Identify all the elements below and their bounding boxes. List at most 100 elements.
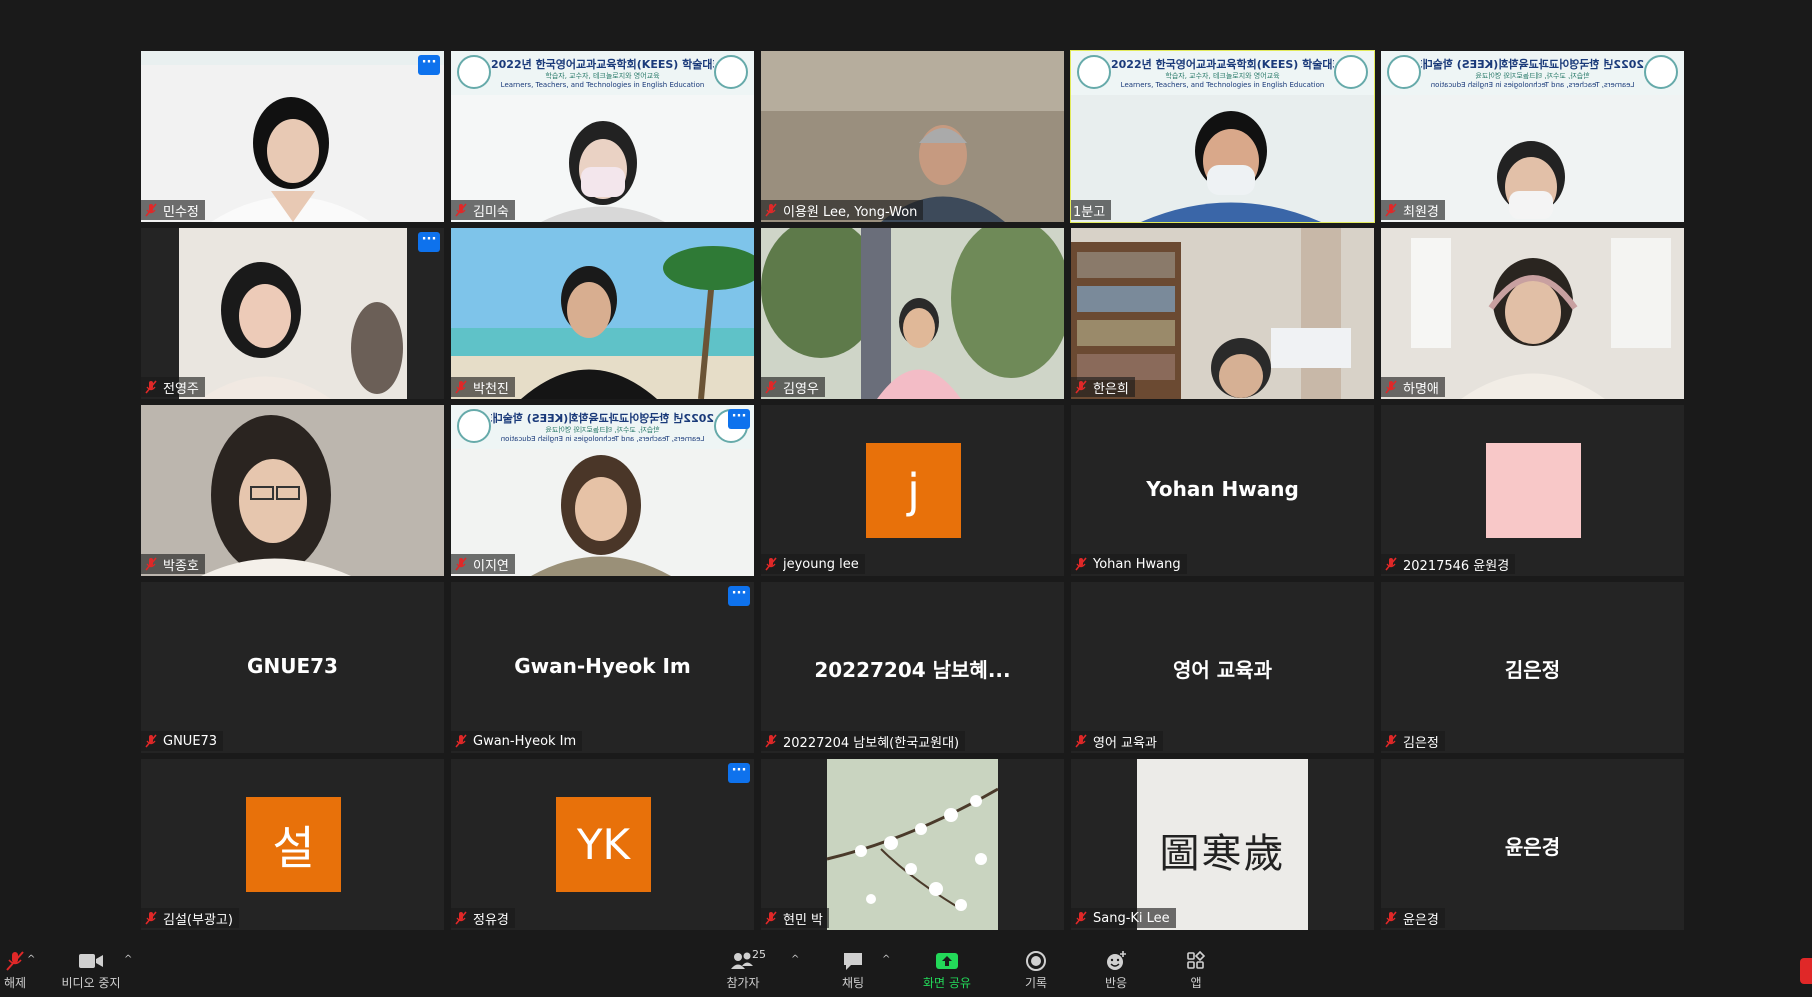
unmute-button[interactable]: 해제 <box>0 950 50 991</box>
video-tile[interactable]: GNUE73 GNUE73 <box>141 582 444 753</box>
participant-display-name: GNUE73 <box>247 654 338 678</box>
avatar: 설 <box>246 797 341 892</box>
participant-namebar: 윤은경 <box>1381 908 1445 928</box>
participants-options-caret[interactable]: ^ <box>791 954 799 965</box>
kees-logo-icon <box>457 55 491 89</box>
video-tile[interactable]: 현민 박 <box>761 759 1064 930</box>
video-tile[interactable]: j jeyoung lee <box>761 405 1064 576</box>
muted-mic-icon <box>455 203 467 217</box>
reactions-button[interactable]: 반응 <box>1081 950 1151 991</box>
participant-namebar: 한은희 <box>1071 377 1135 397</box>
participant-display-name: 영어 교육과 <box>1173 658 1272 682</box>
video-tile[interactable]: 20227204 남보혜... 20227204 남보혜(한국교원대) <box>761 582 1064 753</box>
participants-button[interactable]: 25 참가자 <box>708 948 778 991</box>
stop-video-button[interactable]: 비디오 중지 <box>56 950 126 991</box>
muted-mic-icon <box>1075 557 1087 571</box>
muted-mic-icon <box>765 557 777 571</box>
chat-bubble-icon <box>844 953 862 970</box>
muted-mic-icon <box>1075 911 1087 925</box>
conference-banner: 2022년 한국영어교과교육학회(KEES) 학술대회 학습자, 교수자, 테크… <box>451 51 754 95</box>
participant-namebar: 박천진 <box>451 377 515 397</box>
video-tile[interactable]: 20217546 윤원경 <box>1381 405 1684 576</box>
video-tile[interactable]: 박천진 <box>451 228 754 399</box>
video-tile[interactable]: YK ··· 정유경 <box>451 759 754 930</box>
profile-picture-blossoms <box>761 759 1064 930</box>
video-feed <box>141 405 444 576</box>
participant-name: 현민 박 <box>783 912 824 928</box>
profile-picture-calligraphy: 圖寒歲 <box>1137 759 1308 930</box>
more-options-button[interactable]: ··· <box>418 55 440 75</box>
participant-namebar: 영어 교육과 <box>1071 731 1163 751</box>
muted-mic-icon <box>455 557 467 571</box>
kees-logo-icon <box>1644 55 1678 89</box>
participant-name: Gwan-Hyeok Im <box>473 733 577 749</box>
participant-name: 윤은경 <box>1403 912 1439 928</box>
muted-mic-icon <box>145 734 157 748</box>
video-feed <box>451 228 754 399</box>
participant-namebar: 1분고 <box>1071 200 1112 220</box>
participant-namebar: 20227204 남보혜(한국교원대) <box>761 731 966 751</box>
video-tile[interactable]: 설 김설(부광고) <box>141 759 444 930</box>
video-tile[interactable]: Gwan-Hyeok Im ··· Gwan-Hyeok Im <box>451 582 754 753</box>
muted-mic-icon <box>1075 734 1087 748</box>
participant-namebar: Gwan-Hyeok Im <box>451 731 583 751</box>
chat-options-caret[interactable]: ^ <box>882 954 890 965</box>
chat-button[interactable]: 채팅 <box>818 950 888 991</box>
participant-namebar: jeyoung lee <box>761 554 865 574</box>
participant-namebar: 김영우 <box>761 377 825 397</box>
participant-namebar: 김은정 <box>1381 731 1445 751</box>
participant-name: GNUE73 <box>163 733 218 749</box>
apps-button[interactable]: 앱 <box>1161 950 1231 991</box>
video-tile[interactable]: 2022년 한국영어교과교육학회(KEES) 학술대회 학습자, 교수자, 테크… <box>451 405 754 576</box>
university-logo-icon <box>457 409 491 443</box>
muted-mic-icon <box>765 380 777 394</box>
more-options-button[interactable]: ··· <box>728 409 750 429</box>
participant-display-name: Gwan-Hyeok Im <box>514 654 691 678</box>
video-camera-icon <box>79 954 103 968</box>
university-logo-icon <box>1387 55 1421 89</box>
participant-name: 이용원 Lee, Yong-Won <box>783 204 918 220</box>
more-options-button[interactable]: ··· <box>728 763 750 783</box>
video-options-caret[interactable]: ^ <box>124 954 132 965</box>
record-icon <box>1026 951 1046 971</box>
audio-options-caret[interactable]: ^ <box>27 954 35 965</box>
muted-mic-icon <box>1385 203 1397 217</box>
participant-namebar: 20217546 윤원경 <box>1381 554 1516 574</box>
participant-name: 민수정 <box>163 204 199 220</box>
participant-display-name: Yohan Hwang <box>1146 477 1299 501</box>
video-tile[interactable]: 2022년 한국영어교과교육학회(KEES) 학술대회 학습자, 교수자, 테크… <box>1381 51 1684 222</box>
video-tile[interactable]: 박종호 <box>141 405 444 576</box>
video-tile[interactable]: 김영우 <box>761 228 1064 399</box>
participant-namebar: 이용원 Lee, Yong-Won <box>761 200 924 220</box>
video-tile-active-speaker[interactable]: 2022년 한국영어교과교육학회(KEES) 학술대회 학습자, 교수자, 테크… <box>1070 50 1375 223</box>
record-button[interactable]: 기록 <box>1001 950 1071 991</box>
participant-name: 영어 교육과 <box>1093 735 1157 751</box>
muted-mic-icon <box>145 380 157 394</box>
participant-namebar: Yohan Hwang <box>1071 554 1187 574</box>
video-tile[interactable]: 圖寒歲 Sang-Ki Lee <box>1071 759 1374 930</box>
calligraphy-text: 圖寒歲 <box>1159 831 1286 877</box>
participants-count: 25 <box>752 948 766 961</box>
muted-mic-icon <box>455 734 467 748</box>
muted-mic-icon <box>145 557 157 571</box>
end-meeting-button[interactable] <box>1800 958 1812 984</box>
meeting-toolbar: 해제 ^ 비디오 중지 ^ 25 참가자 ^ 채팅 ^ 화면 공유 기록 반응 … <box>0 940 1812 997</box>
video-tile[interactable]: 이용원 Lee, Yong-Won <box>761 51 1064 222</box>
conference-banner-mirrored: 2022년 한국영어교과교육학회(KEES) 학술대회 학습자, 교수자, 테크… <box>1381 51 1684 95</box>
video-tile[interactable]: ··· 전영주 <box>141 228 444 399</box>
more-options-button[interactable]: ··· <box>418 232 440 252</box>
avatar: j <box>866 443 961 538</box>
participant-name: 1분고 <box>1073 204 1106 220</box>
more-options-button[interactable]: ··· <box>728 586 750 606</box>
video-tile[interactable]: 2022년 한국영어교과교육학회(KEES) 학술대회 학습자, 교수자, 테크… <box>451 51 754 222</box>
participant-namebar: 최원경 <box>1381 200 1445 220</box>
video-tile[interactable]: Yohan Hwang Yohan Hwang <box>1071 405 1374 576</box>
video-feed <box>761 228 1064 399</box>
video-tile[interactable]: ··· 민수정 <box>141 51 444 222</box>
video-tile[interactable]: 하명애 <box>1381 228 1684 399</box>
video-tile[interactable]: 한은희 <box>1071 228 1374 399</box>
video-tile[interactable]: 영어 교육과 영어 교육과 <box>1071 582 1374 753</box>
video-tile[interactable]: 김은정 김은정 <box>1381 582 1684 753</box>
video-tile[interactable]: 윤은경 윤은경 <box>1381 759 1684 930</box>
share-screen-button[interactable]: 화면 공유 <box>911 950 983 991</box>
